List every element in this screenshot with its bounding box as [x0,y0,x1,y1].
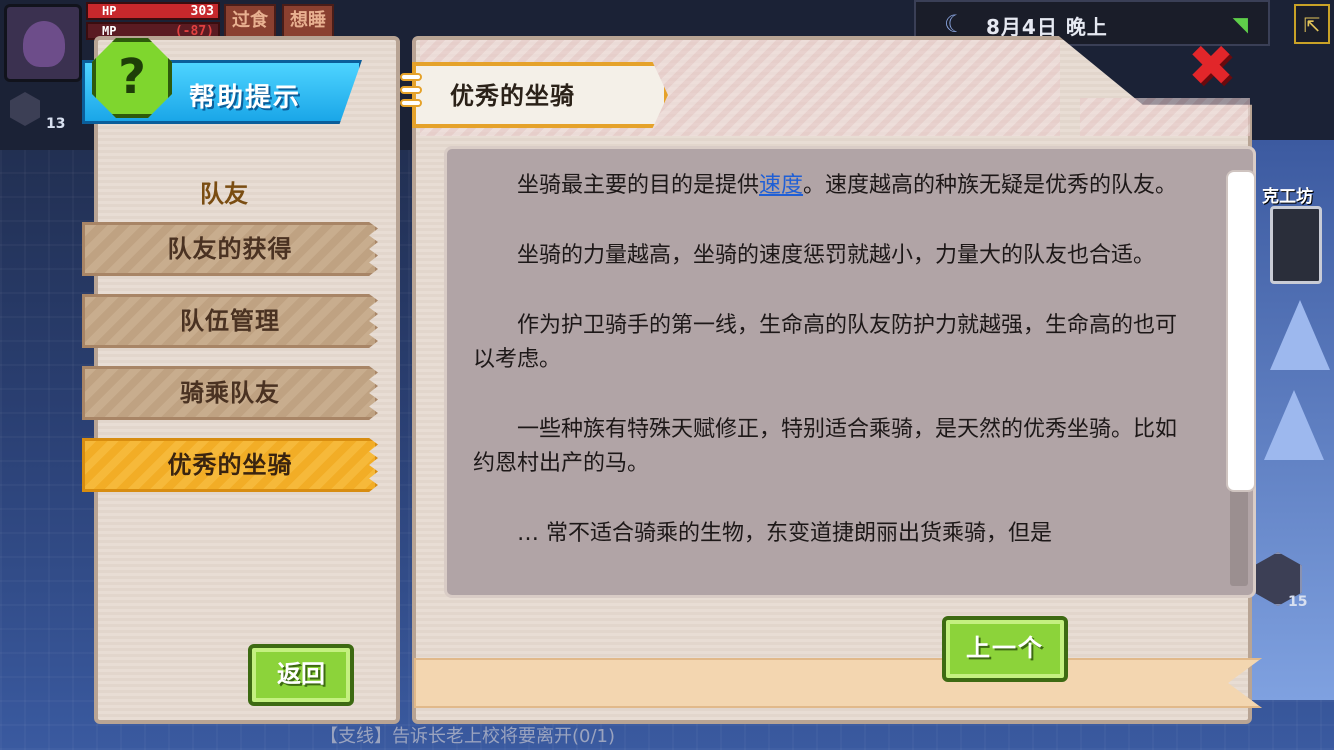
help-header-title: 帮助提示 [189,83,302,113]
hp-bar: HP 303 [86,2,220,20]
back-button[interactable]: 返回 [248,644,354,706]
section-title: 队友 [200,180,248,208]
hexagon-icon [10,92,40,126]
level-badge-left[interactable]: 13 [8,92,65,132]
moon-icon: ☾ [944,10,966,38]
time-of-day: 晚上 [1065,15,1108,39]
bottom-ribbon [414,658,1262,708]
menu-item-get-teammates[interactable]: 队友的获得 [82,222,378,276]
date-text: 8月4日 晚上 [986,11,1108,40]
phone-sign-icon [1270,206,1322,284]
door-icon: ⇱ [1303,13,1321,37]
hp-label: HP [102,4,117,18]
level-number: 13 [46,116,66,132]
paragraph: 坐骑的力量越高，坐骑的速度惩罚就越小，力量大的队友也合适。 [517,243,1156,268]
article-content[interactable]: 坐骑最主要的目的是提供速度。速度越高的种族无疑是优秀的队友。 坐骑的力量越高，坐… [444,146,1256,598]
close-icon: ✖ [1187,34,1235,99]
question-mark-icon: ? [92,38,172,118]
paragraph: 一些种族有特殊天赋修正，特别适合乘骑，是天然的优秀坐骑。比如约恩村出产的马。 [473,417,1178,476]
close-button[interactable]: ✖ [1186,39,1236,95]
status-effect-sleepy[interactable]: 想睡 [282,4,334,38]
previous-button[interactable]: 上一个 [942,616,1068,682]
menu-item-riding-teammates[interactable]: 骑乘队友 [82,366,378,420]
hp-value: 303 [190,4,214,19]
article-title: 优秀的坐骑 [450,82,575,110]
menu-item-excellent-mounts[interactable]: 优秀的坐骑 [82,438,378,492]
player-portrait[interactable] [4,4,82,82]
level-badge-right[interactable]: 15 [1254,552,1310,612]
paragraph: … 常不适合骑乘的生物，东变道捷朗丽出货乘骑，但是 [517,521,1052,546]
paragraph: 作为护卫骑手的第一线，生命高的队友防护力就越强，生命高的也可以考虑。 [473,313,1178,372]
binder-rings-icon [400,70,426,124]
scrollbar-thumb[interactable] [1226,170,1256,492]
article-text: 坐骑最主要的目的是提供速度。速度越高的种族无疑是优秀的队友。 坐骑的力量越高，坐… [473,169,1183,587]
wifi-icon: ◥ [1232,12,1248,36]
paragraph: 坐骑最主要的目的是提供速度。速度越高的种族无疑是优秀的队友。 [517,173,1178,198]
avatar [23,21,65,67]
workshop-label: 克工坊 [1262,187,1313,207]
tree-icon [1270,300,1330,370]
date-value: 8月4日 [986,15,1058,39]
menu-item-team-management[interactable]: 队伍管理 [82,294,378,348]
speed-link[interactable]: 速度 [759,173,803,198]
article-header-strip [1080,98,1250,136]
quest-tracker[interactable]: 【支线】告诉长老上校将要离开(0/1) [320,722,615,748]
status-effect-overeat[interactable]: 过食 [224,4,276,38]
tree-icon [1264,390,1324,460]
level-number: 15 [1288,594,1308,610]
exit-door-button[interactable]: ⇱ [1294,4,1330,44]
